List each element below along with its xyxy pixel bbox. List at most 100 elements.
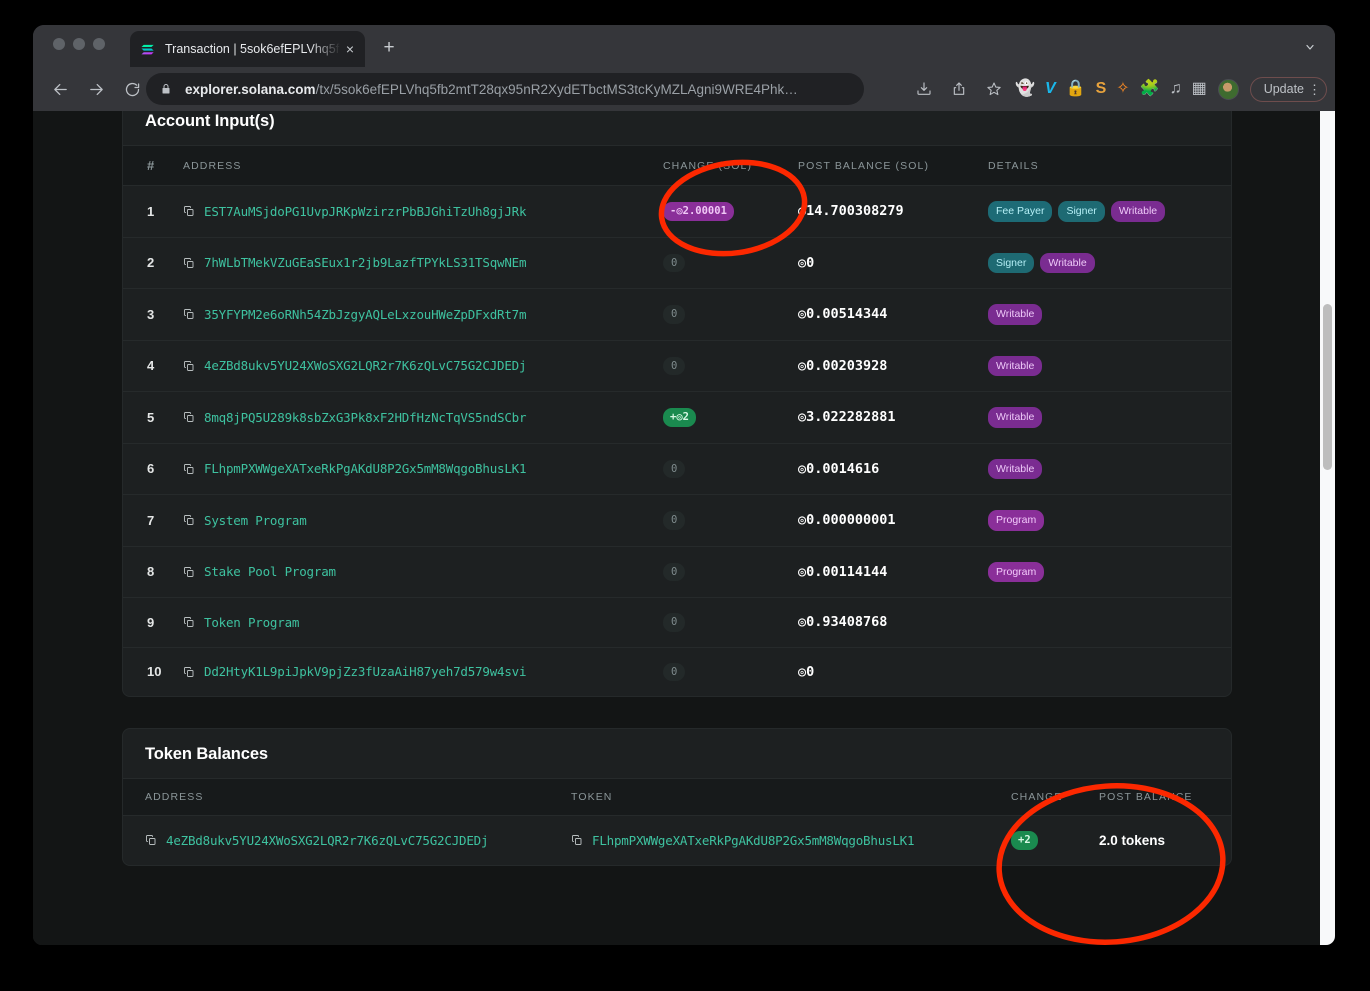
copy-icon[interactable] — [145, 834, 157, 846]
update-button[interactable]: Update ⋮ — [1249, 76, 1327, 102]
browser-window: Transaction | 5sok6efEPLVhq5f × + explor… — [33, 25, 1335, 945]
account-address-cell: EST7AuMSjdoPG1UvpJRKpWzirzrPbBJGhiTzUh8g… — [175, 185, 655, 238]
window-traffic-lights — [53, 38, 105, 50]
copy-icon[interactable] — [571, 834, 583, 846]
url-host: explorer.solana.com — [185, 81, 316, 97]
post-balance-cell: ◎3.022282881 — [790, 391, 980, 444]
account-address-link[interactable]: Token Program — [204, 615, 299, 630]
avatar[interactable] — [1217, 78, 1239, 100]
row-index: 6 — [123, 443, 175, 495]
copy-icon[interactable] — [183, 616, 195, 628]
copy-icon[interactable] — [183, 308, 195, 320]
update-label: Update — [1263, 82, 1304, 96]
post-balance-value: ◎0.93408768 — [798, 614, 888, 631]
copy-icon[interactable] — [183, 666, 195, 678]
copy-icon[interactable] — [183, 360, 195, 372]
browser-tab[interactable]: Transaction | 5sok6efEPLVhq5f × — [130, 31, 365, 67]
token-owner-address-link[interactable]: 4eZBd8ukv5YU24XWoSXG2LQR2r7K6zQLvC75G2CJ… — [166, 833, 489, 848]
lock-red-icon[interactable]: 🔒 — [1066, 81, 1086, 97]
token-owner-address-cell: 4eZBd8ukv5YU24XWoSXG2LQR2r7K6zQLvC75G2CJ… — [123, 816, 563, 865]
scrollbar-thumb[interactable] — [1323, 304, 1332, 470]
close-window-button[interactable] — [53, 38, 65, 50]
details-cell: Program — [980, 494, 1231, 547]
row-index: 5 — [123, 391, 175, 444]
page-vertical-scrollbar[interactable] — [1320, 111, 1335, 945]
post-balance-value: ◎0 — [798, 663, 815, 680]
maximize-window-button[interactable] — [93, 38, 105, 50]
change-badge: 0 — [663, 511, 686, 530]
change-badge: 0 — [663, 613, 686, 632]
change-cell: 0 — [655, 288, 790, 341]
account-inputs-table: # ADDRESS CHANGE (SOL) POST BALANCE (SOL… — [123, 145, 1231, 696]
copy-icon[interactable] — [183, 257, 195, 269]
forward-arrow-icon[interactable] — [81, 74, 111, 104]
status-badge: Fee Payer — [988, 201, 1053, 222]
account-address-cell: Dd2HtyK1L9piJpkV9pjZz3fUzaAiH87yeh7d579w… — [175, 647, 655, 696]
address-bar[interactable]: explorer.solana.com/tx/5sok6efEPLVhq5fb2… — [146, 73, 864, 105]
copy-icon[interactable] — [183, 566, 195, 578]
close-tab-button[interactable]: × — [341, 40, 359, 58]
account-address-link[interactable]: System Program — [204, 513, 307, 528]
spark-icon[interactable]: ✧ — [1116, 81, 1129, 97]
chevron-down-icon[interactable] — [1301, 38, 1319, 56]
account-address-link[interactable]: FLhpmPXWWgeXATxeRkPgAKdU8P2Gx5mM8WqgoBhu… — [204, 461, 527, 476]
playlist-icon[interactable]: ♫ — [1170, 81, 1182, 97]
account-address-link[interactable]: Stake Pool Program — [204, 564, 336, 579]
snake-icon[interactable]: S — [1096, 81, 1107, 97]
back-arrow-icon[interactable] — [45, 74, 75, 104]
table-header-row: # ADDRESS CHANGE (SOL) POST BALANCE (SOL… — [123, 145, 1231, 186]
post-balance-cell: ◎0.0014616 — [790, 443, 980, 495]
copy-icon[interactable] — [183, 463, 195, 475]
post-balance-cell: ◎0.000000001 — [790, 494, 980, 547]
status-badge: Signer — [988, 252, 1035, 273]
row-index: 2 — [123, 237, 175, 289]
token-post-balance-cell: 2.0 tokens — [1091, 816, 1231, 865]
change-cell: 0 — [655, 597, 790, 648]
table-row: 4 4eZBd8ukv5YU24XWoSXG2LQR2r7K6zQLvC75G2C… — [123, 340, 1231, 392]
copy-icon[interactable] — [183, 411, 195, 423]
status-badge: Program — [988, 561, 1045, 582]
account-address-link[interactable]: 35YFYPM2e6oRNh54ZbJzgyAQLeLxzouHWeZpDFxd… — [204, 307, 527, 322]
account-address-cell: Stake Pool Program — [175, 546, 655, 598]
post-balance-value: ◎0.00114144 — [798, 563, 888, 580]
copy-icon[interactable] — [183, 514, 195, 526]
post-balance-value: ◎0 — [798, 254, 815, 271]
account-address-cell: Token Program — [175, 597, 655, 648]
table-row: 7 System Program 0 ◎0.000000001 Program — [123, 494, 1231, 547]
new-tab-button[interactable]: + — [378, 38, 400, 60]
copy-icon[interactable] — [183, 205, 195, 217]
post-balance-value: ◎14.700308279 — [798, 203, 904, 220]
status-badge: Writable — [988, 458, 1043, 479]
account-address-cell: 35YFYPM2e6oRNh54ZbJzgyAQLeLxzouHWeZpDFxd… — [175, 288, 655, 341]
tab-strip: Transaction | 5sok6efEPLVhq5f × + — [33, 25, 1335, 67]
post-balance-cell: ◎0.93408768 — [790, 597, 980, 648]
download-icon[interactable] — [910, 75, 938, 103]
share-icon[interactable] — [945, 75, 973, 103]
side-panel-icon[interactable]: ▦ — [1192, 81, 1207, 97]
column-header-tb-post-balance: POST BALANCE — [1091, 778, 1231, 816]
change-badge: 0 — [663, 459, 686, 478]
token-mint-link[interactable]: FLhpmPXWWgeXATxeRkPgAKdU8P2Gx5mM8WqgoBhu… — [592, 833, 915, 848]
account-inputs-table-head: # ADDRESS CHANGE (SOL) POST BALANCE (SOL… — [123, 145, 1231, 186]
column-header-tb-change: CHANGE — [1003, 778, 1091, 816]
puzzle-icon[interactable]: 🧩 — [1140, 81, 1160, 97]
account-address-link[interactable]: Dd2HtyK1L9piJpkV9pjZz3fUzaAiH87yeh7d579w… — [204, 664, 527, 679]
account-address-link[interactable]: 7hWLbTMekVZuGEaSEux1r2jb9LazfTPYkLS31TSq… — [204, 255, 527, 270]
vimeo-v-icon[interactable]: V — [1045, 81, 1056, 97]
table-row: 10 Dd2HtyK1L9piJpkV9pjZz3fUzaAiH87yeh7d57… — [123, 647, 1231, 696]
ghost-icon[interactable]: 👻 — [1015, 81, 1035, 97]
table-row: 6 FLhpmPXWWgeXATxeRkPgAKdU8P2Gx5mM8WqgoBh… — [123, 443, 1231, 495]
account-address-cell: 4eZBd8ukv5YU24XWoSXG2LQR2r7K6zQLvC75G2CJ… — [175, 340, 655, 392]
account-address-link[interactable]: EST7AuMSjdoPG1UvpJRKpWzirzrPbBJGhiTzUh8g… — [204, 204, 527, 219]
change-cell: 0 — [655, 647, 790, 696]
account-address-link[interactable]: 4eZBd8ukv5YU24XWoSXG2LQR2r7K6zQLvC75G2CJ… — [204, 358, 527, 373]
star-icon[interactable] — [980, 75, 1008, 103]
reload-icon[interactable] — [117, 74, 147, 104]
account-address-link[interactable]: 8mq8jPQ5U289k8sbZxG3Pk8xF2HDfHzNcTqVS5nd… — [204, 410, 527, 425]
minimize-window-button[interactable] — [73, 38, 85, 50]
token-balances-table: ADDRESS TOKEN CHANGE POST BALANCE 4eZBd8… — [123, 778, 1231, 865]
table-row: 4eZBd8ukv5YU24XWoSXG2LQR2r7K6zQLvC75G2CJ… — [123, 816, 1231, 865]
change-badge: -◎2.00001 — [663, 202, 734, 221]
kebab-menu-icon[interactable]: ⋮ — [1308, 83, 1321, 96]
change-cell: 0 — [655, 546, 790, 598]
